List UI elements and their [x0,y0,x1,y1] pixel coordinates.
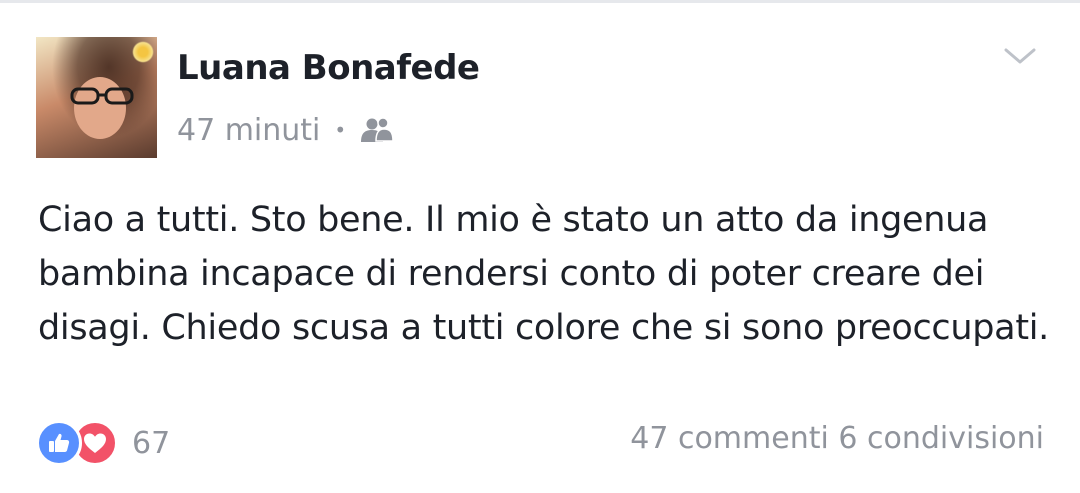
reaction-count: 67 [132,425,171,461]
like-icon [49,433,70,452]
like-reaction [36,420,82,466]
post-text: Ciao a tutti. Sto bene. Il mio è stato u… [38,200,1049,348]
meta-separator: • [334,118,347,142]
avatar-flower-crown [132,41,154,63]
chevron-down-icon[interactable] [1000,40,1040,72]
post-time[interactable]: 47 minuti [177,113,320,148]
love-icon [84,433,106,453]
shares-count[interactable]: 6 condivisioni [838,421,1044,456]
avatar-glasses [70,87,134,105]
post-stats: 47 commenti 6 condivisioni [630,421,1044,456]
friends-icon[interactable] [360,117,394,143]
post-meta: 47 minuti • [177,110,394,150]
reactions-summary[interactable]: 67 [36,418,170,468]
author-name[interactable]: Luana Bonafede [177,48,480,88]
top-divider [0,0,1080,3]
author-avatar[interactable] [36,37,157,158]
comments-count[interactable]: 47 commenti [630,421,829,456]
